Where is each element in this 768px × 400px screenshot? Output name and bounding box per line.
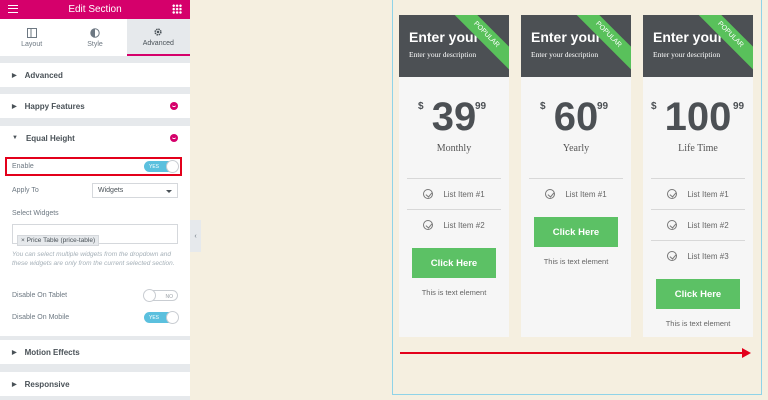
tab-advanced[interactable]: Advanced (126, 19, 190, 56)
check-circle-icon (423, 220, 434, 230)
price-currency: $ (651, 101, 657, 112)
caret-right-icon: ▶ (12, 103, 17, 110)
tab-style-label: Style (87, 40, 103, 48)
tab-layout-label: Layout (21, 40, 43, 48)
toggle-knob (166, 311, 179, 324)
equal-height-panel: Enable YES Apply To Widgets Select Widge… (0, 150, 190, 336)
select-widgets-help: You can select multiple widgets from the… (12, 251, 175, 267)
section-advanced[interactable]: ▶ Advanced (0, 63, 190, 87)
menu-icon[interactable] (8, 5, 18, 13)
price-card-yearly: Enter your ti Enter your description POP… (521, 15, 631, 337)
mobile-toggle-state: YES (149, 315, 160, 321)
list-item-label: List Item #3 (687, 251, 729, 261)
half-circle-icon (90, 27, 100, 38)
price-card-description: Enter your description (531, 50, 599, 59)
enable-toggle-state: YES (149, 164, 160, 170)
widgets-grid-icon[interactable] (172, 4, 182, 14)
arrow-right-icon (742, 348, 751, 358)
tab-style[interactable]: Style (63, 19, 126, 56)
section-equal-height[interactable]: ▼ Equal Height (0, 126, 190, 150)
caret-right-icon: ▶ (12, 381, 17, 388)
tab-advanced-label: Advanced (142, 39, 174, 47)
enable-label: Enable (12, 163, 34, 170)
section-happy-features[interactable]: ▶ Happy Features (0, 94, 190, 118)
caret-right-icon: ▶ (12, 72, 17, 79)
price-card-description: Enter your description (409, 50, 477, 59)
list-item: List Item #1 (399, 179, 509, 209)
price-currency: $ (540, 101, 546, 112)
list-item-label: List Item #1 (565, 189, 607, 199)
section-responsive[interactable]: ▶ Responsive (0, 372, 190, 396)
select-widgets-input[interactable]: × Price Table (price-table) (12, 224, 178, 246)
price-card-monthly: Enter your ti Enter your description POP… (399, 15, 509, 337)
list-item-label: List Item #2 (443, 220, 485, 230)
price-cents: 99 (597, 101, 609, 112)
chevron-left-icon: ‹ (194, 232, 197, 240)
caret-down-icon: ▼ (12, 135, 18, 141)
happy-addons-icon (170, 134, 178, 142)
selected-widget-chip[interactable]: × Price Table (price-table) (17, 235, 100, 246)
chevron-down-icon (166, 190, 172, 193)
check-circle-icon (667, 220, 678, 230)
disable-tablet-toggle[interactable]: NO (143, 289, 178, 302)
text-element: This is text element (543, 257, 609, 266)
check-circle-icon (545, 189, 556, 199)
price-cents: 99 (733, 101, 745, 112)
list-item: List Item #2 (643, 210, 753, 240)
price-card-lifetime: Enter your ti Enter your description POP… (643, 15, 753, 337)
list-item: List Item #3 (643, 241, 753, 271)
list-item-label: List Item #1 (687, 189, 729, 199)
apply-to-label: Apply To (12, 187, 39, 194)
apply-to-value: Widgets (98, 187, 124, 194)
text-element: This is text element (421, 288, 487, 297)
click-here-button[interactable]: Click Here (656, 279, 740, 309)
click-here-button[interactable]: Click Here (412, 248, 496, 278)
collapse-panel-handle[interactable]: ‹ (190, 220, 201, 252)
panel-title: Edit Section (68, 4, 122, 15)
check-circle-icon (667, 189, 678, 199)
list-item: List Item #1 (643, 179, 753, 209)
section-equal-height-label: Equal Height (25, 133, 75, 143)
text-element: This is text element (665, 319, 731, 328)
layout-icon (26, 27, 37, 38)
check-circle-icon (667, 251, 678, 261)
list-item-label: List Item #2 (687, 220, 729, 230)
price-amount: 39 (431, 95, 477, 139)
panel-tabs: Layout Style Advanced (0, 19, 190, 57)
price-amount: 60 (553, 95, 599, 139)
toggle-knob (166, 160, 179, 173)
section-motion-effects-label: Motion Effects (24, 347, 80, 357)
section-advanced-label: Advanced (24, 70, 63, 80)
price-cents: 99 (475, 101, 487, 112)
price-value: $ 39 99 (399, 97, 509, 157)
toggle-knob (143, 289, 156, 302)
disable-tablet-label: Disable On Tablet (12, 292, 68, 299)
editor-panel: Edit Section Layout Style Advanced ▶ Adv… (0, 0, 190, 400)
section-happy-features-label: Happy Features (24, 101, 85, 111)
check-circle-icon (423, 189, 434, 199)
enable-toggle[interactable]: YES (144, 160, 179, 173)
happy-addons-icon (170, 102, 178, 110)
price-card-description: Enter your description (653, 50, 721, 59)
price-currency: $ (418, 101, 424, 112)
apply-to-select[interactable]: Widgets (92, 183, 178, 198)
price-amount: 100 (664, 95, 732, 139)
panel-header: Edit Section (0, 0, 190, 19)
caret-right-icon: ▶ (12, 349, 17, 356)
click-here-button[interactable]: Click Here (534, 217, 618, 247)
price-value: $ 60 99 (521, 97, 631, 157)
disable-mobile-label: Disable On Mobile (12, 314, 70, 321)
list-item-label: List Item #1 (443, 189, 485, 199)
annotation-arrow (400, 352, 746, 354)
price-value: $ 100 99 (643, 97, 753, 157)
tab-layout[interactable]: Layout (0, 19, 63, 56)
gear-icon (154, 27, 162, 36)
select-widgets-label: Select Widgets (12, 210, 59, 217)
tablet-toggle-state: NO (165, 294, 174, 300)
section-responsive-label: Responsive (24, 379, 70, 389)
list-item: List Item #2 (399, 210, 509, 240)
disable-mobile-toggle[interactable]: YES (144, 311, 179, 324)
section-motion-effects[interactable]: ▶ Motion Effects (0, 340, 190, 364)
list-item: List Item #1 (521, 179, 631, 209)
